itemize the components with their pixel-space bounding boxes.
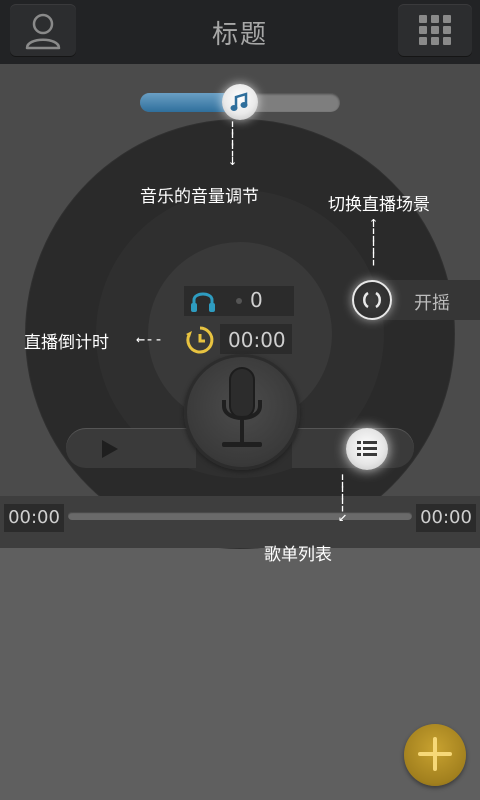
playlist-button[interactable] [346, 428, 388, 470]
microphone-button[interactable] [184, 354, 300, 470]
plus-icon-vertical [433, 737, 437, 771]
progress-slider[interactable] [68, 512, 412, 520]
countdown-annotation-arrow: ←‐‐ [136, 330, 164, 348]
listener-dot [236, 298, 242, 304]
listener-count: 0 [250, 288, 263, 312]
countdown-time: 00:00 [228, 328, 286, 352]
playlist-annotation: 歌单列表 [264, 545, 332, 565]
switch-scene-button[interactable] [352, 280, 392, 320]
volume-annotation: 音乐的音量调节 [140, 187, 259, 207]
volume-slider-handle[interactable] [222, 84, 258, 120]
music-note-icon [230, 92, 248, 111]
progress-strip [0, 496, 480, 548]
switch-annotation-arrow: ↑ ¦ ¦ ¦ [369, 213, 379, 267]
elapsed-time: 00:00 [4, 504, 64, 532]
grid-menu-icon [419, 15, 451, 45]
headphone-icon [186, 286, 220, 316]
play-icon[interactable] [102, 440, 118, 458]
play-bar-left [66, 428, 196, 468]
switch-scene-label: 开摇 [414, 293, 450, 314]
switch-scene-icon [363, 291, 381, 309]
microphone-icon [222, 367, 262, 447]
countdown-annotation: 直播倒计时 [24, 333, 109, 353]
total-time: 00:00 [416, 504, 476, 532]
switch-scene-annotation: 切换直播场景 [328, 195, 430, 215]
grid-menu-button[interactable] [398, 4, 472, 56]
timer-icon[interactable] [184, 324, 216, 356]
playlist-annotation-arrow: ¦ ¦ ¦ ↙ [338, 471, 348, 525]
list-icon [357, 441, 377, 456]
volume-annotation-arrow: ¦ ¦ ¦ ↓ [228, 118, 238, 169]
